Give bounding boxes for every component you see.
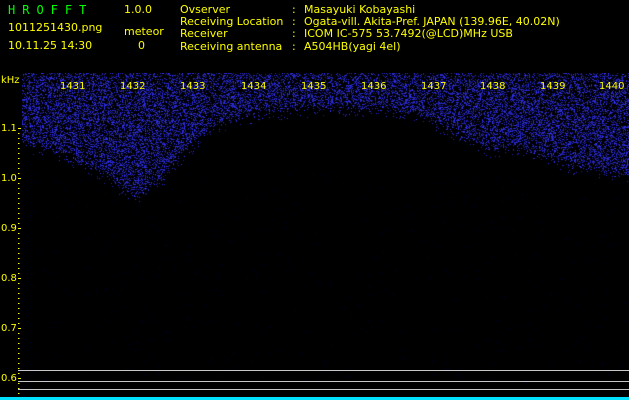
y-tick-mark [18,258,20,259]
x-tick-label: 1436 [361,81,387,92]
y-tick-mark [18,293,20,294]
y-tick-mark [18,283,20,284]
y-tick-mark [18,248,20,249]
y-tick-mark [18,288,20,289]
y-tick-label: 0.9 [1,223,17,234]
y-tick-mark [18,278,21,279]
y-tick-mark [18,273,20,274]
y-tick-mark [18,183,20,184]
y-tick-mark [18,313,20,314]
y-tick-mark [18,218,20,219]
x-tick-label: 1433 [180,81,206,92]
datetime-label: 10.11.25 14:30 [8,39,93,52]
y-tick-mark [18,188,20,189]
spectrogram-canvas [22,73,629,397]
y-tick-mark [18,133,20,134]
y-tick-mark [18,193,20,194]
y-tick-mark [18,128,21,129]
x-tick-label: 1438 [480,81,506,92]
x-tick-label: 1435 [301,81,327,92]
x-tick-label: 1440 [599,81,625,92]
info-sep: : [292,27,296,41]
y-tick-mark [18,233,20,234]
y-tick-mark [18,138,20,139]
station-info: Ovserver : Masayuki Kobayashi Receiving … [180,3,560,53]
y-tick-mark [18,393,20,394]
y-tick-mark [18,228,21,229]
meteor-count: 0 [138,39,145,52]
x-tick-label: 1439 [540,81,566,92]
info-key: Receiver [180,27,228,41]
y-tick-mark [18,263,20,264]
y-tick-mark [18,383,20,384]
y-tick-label: 1.0 [1,173,17,184]
x-tick-label: 1431 [60,81,86,92]
separator-line [18,370,629,371]
x-tick-label: 1437 [421,81,447,92]
separator-line [18,381,629,382]
y-tick-label: 0.7 [1,323,17,334]
y-tick-mark [18,328,21,329]
y-tick-mark [18,323,20,324]
app-version: 1.0.0 [124,3,152,16]
info-row-antenna: Receiving antenna : A504HB(yagi 4el) [180,39,560,53]
axis-unit-label: kHz [1,75,20,86]
y-tick-mark [18,333,20,334]
x-tick-label: 1434 [241,81,267,92]
y-tick-label: 0.6 [1,373,17,384]
y-tick-mark [18,368,20,369]
separator-line [18,389,629,390]
info-value: ICOM IC-575 53.7492(@LCD)MHz USB [304,27,513,41]
y-axis-scale [18,128,21,394]
y-tick-mark [18,153,20,154]
y-tick-label: 1.1 [1,123,17,134]
y-tick-mark [18,243,20,244]
info-sep: : [292,39,296,53]
y-tick-mark [18,338,20,339]
y-tick-mark [18,253,20,254]
info-row-receiver: Receiver : ICOM IC-575 53.7492(@LCD)MHz … [180,28,560,40]
y-tick-mark [18,208,20,209]
y-tick-label: 0.8 [1,273,17,284]
info-key: Receiving antenna [180,39,283,53]
y-tick-mark [18,348,20,349]
y-tick-mark [18,148,20,149]
y-tick-mark [18,143,20,144]
y-tick-mark [18,168,20,169]
y-tick-mark [18,213,20,214]
y-tick-mark [18,373,20,374]
y-tick-mark [18,178,21,179]
filename-label: 1011251430.png [8,21,103,34]
y-tick-mark [18,378,21,379]
info-value: A504HB(yagi 4el) [304,39,401,53]
y-tick-mark [18,223,20,224]
y-tick-mark [18,343,20,344]
y-tick-mark [18,268,20,269]
header-panel: HROFFT 1.0.0 1011251430.png meteor 10.11… [0,0,629,68]
y-tick-mark [18,198,20,199]
y-tick-mark [18,363,20,364]
y-tick-mark [18,318,20,319]
y-tick-mark [18,203,20,204]
y-tick-mark [18,308,20,309]
x-tick-label: 1432 [120,81,146,92]
y-tick-mark [18,303,20,304]
y-tick-mark [18,158,20,159]
y-tick-mark [18,163,20,164]
app-title: HROFFT [8,3,94,17]
y-tick-mark [18,238,20,239]
y-tick-mark [18,173,20,174]
y-tick-mark [18,353,20,354]
y-tick-mark [18,298,20,299]
y-tick-mark [18,358,20,359]
meteor-label: meteor [124,25,164,38]
